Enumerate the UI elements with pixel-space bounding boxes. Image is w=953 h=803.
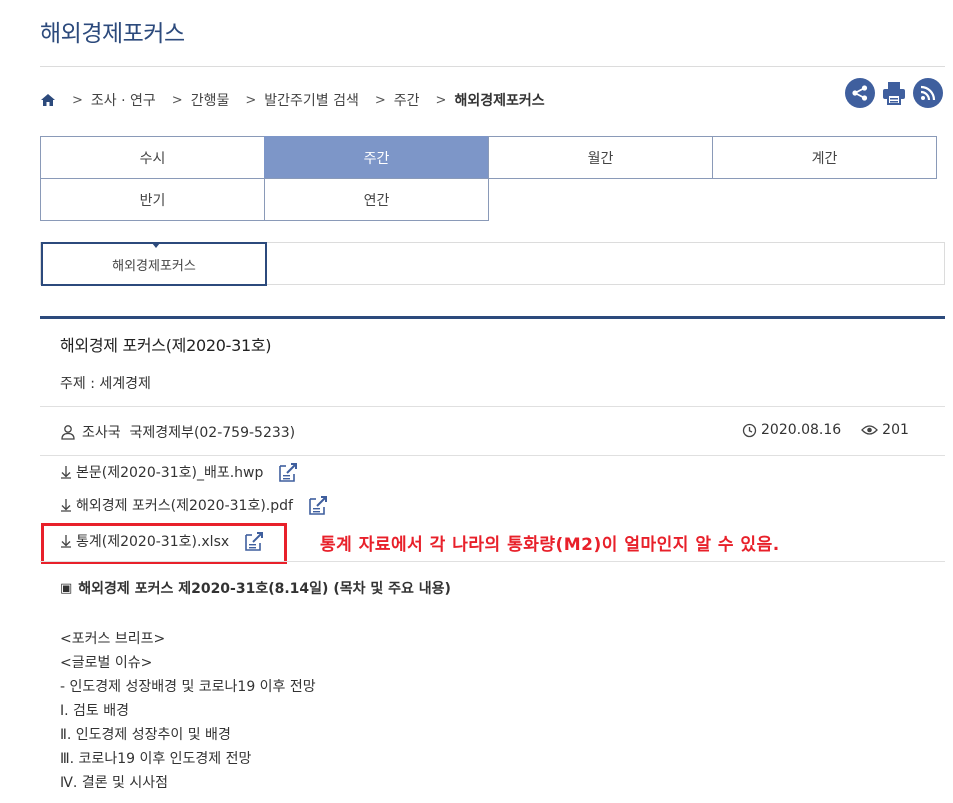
annotation-highlight-box: [41, 523, 287, 564]
toc-heading-text: 해외경제 포커스 제2020-31호(8.14일) (목차 및 주요 내용): [78, 581, 451, 597]
chevron-right-icon: >: [374, 92, 386, 108]
toc-line: <포커스 브리프>: [60, 631, 166, 647]
period-tabs: 수시 주간 월간 계간 반기 연간: [40, 136, 940, 221]
toc-line: Ⅳ. 결론 및 시사점: [60, 775, 169, 791]
toc-body: <포커스 브리프> <글로벌 이슈> - 인도경제 성장배경 및 코로나19 이…: [60, 627, 316, 795]
download-icon: [61, 466, 71, 479]
divider: [40, 406, 945, 407]
square-bullet-icon: ▣: [60, 580, 73, 596]
tab-monthly[interactable]: 월간: [488, 136, 713, 179]
toc-line: Ⅲ. 코로나19 이후 인도경제 전망: [60, 751, 252, 767]
eye-icon: [861, 425, 879, 435]
divider: [40, 561, 945, 562]
preview-icon[interactable]: [277, 461, 299, 483]
file-attachment[interactable]: 본문(제2020-31호)_배포.hwp: [60, 461, 299, 483]
toc-line: Ⅰ. 검토 배경: [60, 703, 129, 719]
toc-line: <글로벌 이슈>: [60, 655, 153, 671]
title-divider: [40, 66, 945, 67]
tab-adhoc[interactable]: 수시: [40, 136, 265, 179]
breadcrumb: > 조사 · 연구 > 간행물 > 발간주기별 검색 > 주간 > 해외경제포커…: [40, 89, 545, 111]
rss-button[interactable]: [913, 78, 943, 108]
article-top-border: [40, 316, 945, 319]
preview-icon[interactable]: [307, 494, 329, 516]
page-title: 해외경제포커스: [40, 21, 185, 47]
chevron-right-icon: >: [245, 92, 257, 108]
tab-quarterly[interactable]: 계간: [712, 136, 937, 179]
print-icon: [883, 82, 905, 105]
print-button[interactable]: [879, 78, 909, 108]
breadcrumb-current: 해외경제포커스: [454, 93, 545, 109]
tab-annual[interactable]: 연간: [264, 178, 489, 221]
home-icon[interactable]: [40, 93, 56, 107]
breadcrumb-item[interactable]: 간행물: [191, 90, 230, 110]
caret-down-icon: [152, 243, 160, 248]
chevron-right-icon: >: [171, 92, 183, 108]
publication-subtab-bar: 해외경제포커스: [40, 242, 945, 286]
chevron-right-icon: >: [72, 92, 83, 108]
annotation-text: 통계 자료에서 각 나라의 통화량(M2)이 얼마인지 알 수 있음.: [320, 535, 780, 555]
breadcrumb-item[interactable]: 조사 · 연구: [91, 90, 156, 110]
chevron-right-icon: >: [435, 92, 447, 108]
views-group: 201: [861, 422, 909, 438]
share-icon: [852, 85, 868, 101]
breadcrumb-item[interactable]: 주간: [394, 90, 420, 110]
file-name[interactable]: 본문(제2020-31호)_배포.hwp: [76, 462, 263, 482]
clock-icon: [742, 423, 757, 437]
subtab-label: 해외경제포커스: [112, 258, 196, 274]
toc-line: Ⅱ. 인도경제 성장추이 및 배경: [60, 727, 231, 743]
article-meta: 2020.08.16 201: [742, 422, 909, 438]
view-count: 201: [882, 422, 909, 438]
article-subject: 주제 : 세계경제: [60, 376, 151, 392]
breadcrumb-item[interactable]: 발간주기별 검색: [264, 90, 359, 110]
article-date: 2020.08.16: [761, 422, 842, 438]
author-text: 조사국 국제경제부(02-759-5233): [82, 425, 296, 441]
file-name[interactable]: 해외경제 포커스(제2020-31호).pdf: [76, 495, 293, 515]
page-tools: [845, 78, 943, 108]
toc-line: - 인도경제 성장배경 및 코로나19 이후 전망: [60, 679, 316, 695]
rss-icon: [920, 85, 936, 101]
date-group: 2020.08.16: [742, 422, 841, 438]
toc-heading: ▣ 해외경제 포커스 제2020-31호(8.14일) (목차 및 주요 내용): [60, 578, 451, 598]
divider: [40, 455, 945, 456]
subtab-overseas-economic-focus[interactable]: 해외경제포커스: [41, 242, 267, 286]
article-author: 조사국 국제경제부(02-759-5233): [60, 422, 295, 442]
tab-weekly[interactable]: 주간: [264, 136, 489, 179]
person-icon: [61, 425, 75, 440]
download-icon: [61, 499, 71, 512]
article-title: 해외경제 포커스(제2020-31호): [60, 336, 272, 355]
file-attachment[interactable]: 해외경제 포커스(제2020-31호).pdf: [60, 494, 329, 516]
tab-semiannual[interactable]: 반기: [40, 178, 265, 221]
share-button[interactable]: [845, 78, 875, 108]
